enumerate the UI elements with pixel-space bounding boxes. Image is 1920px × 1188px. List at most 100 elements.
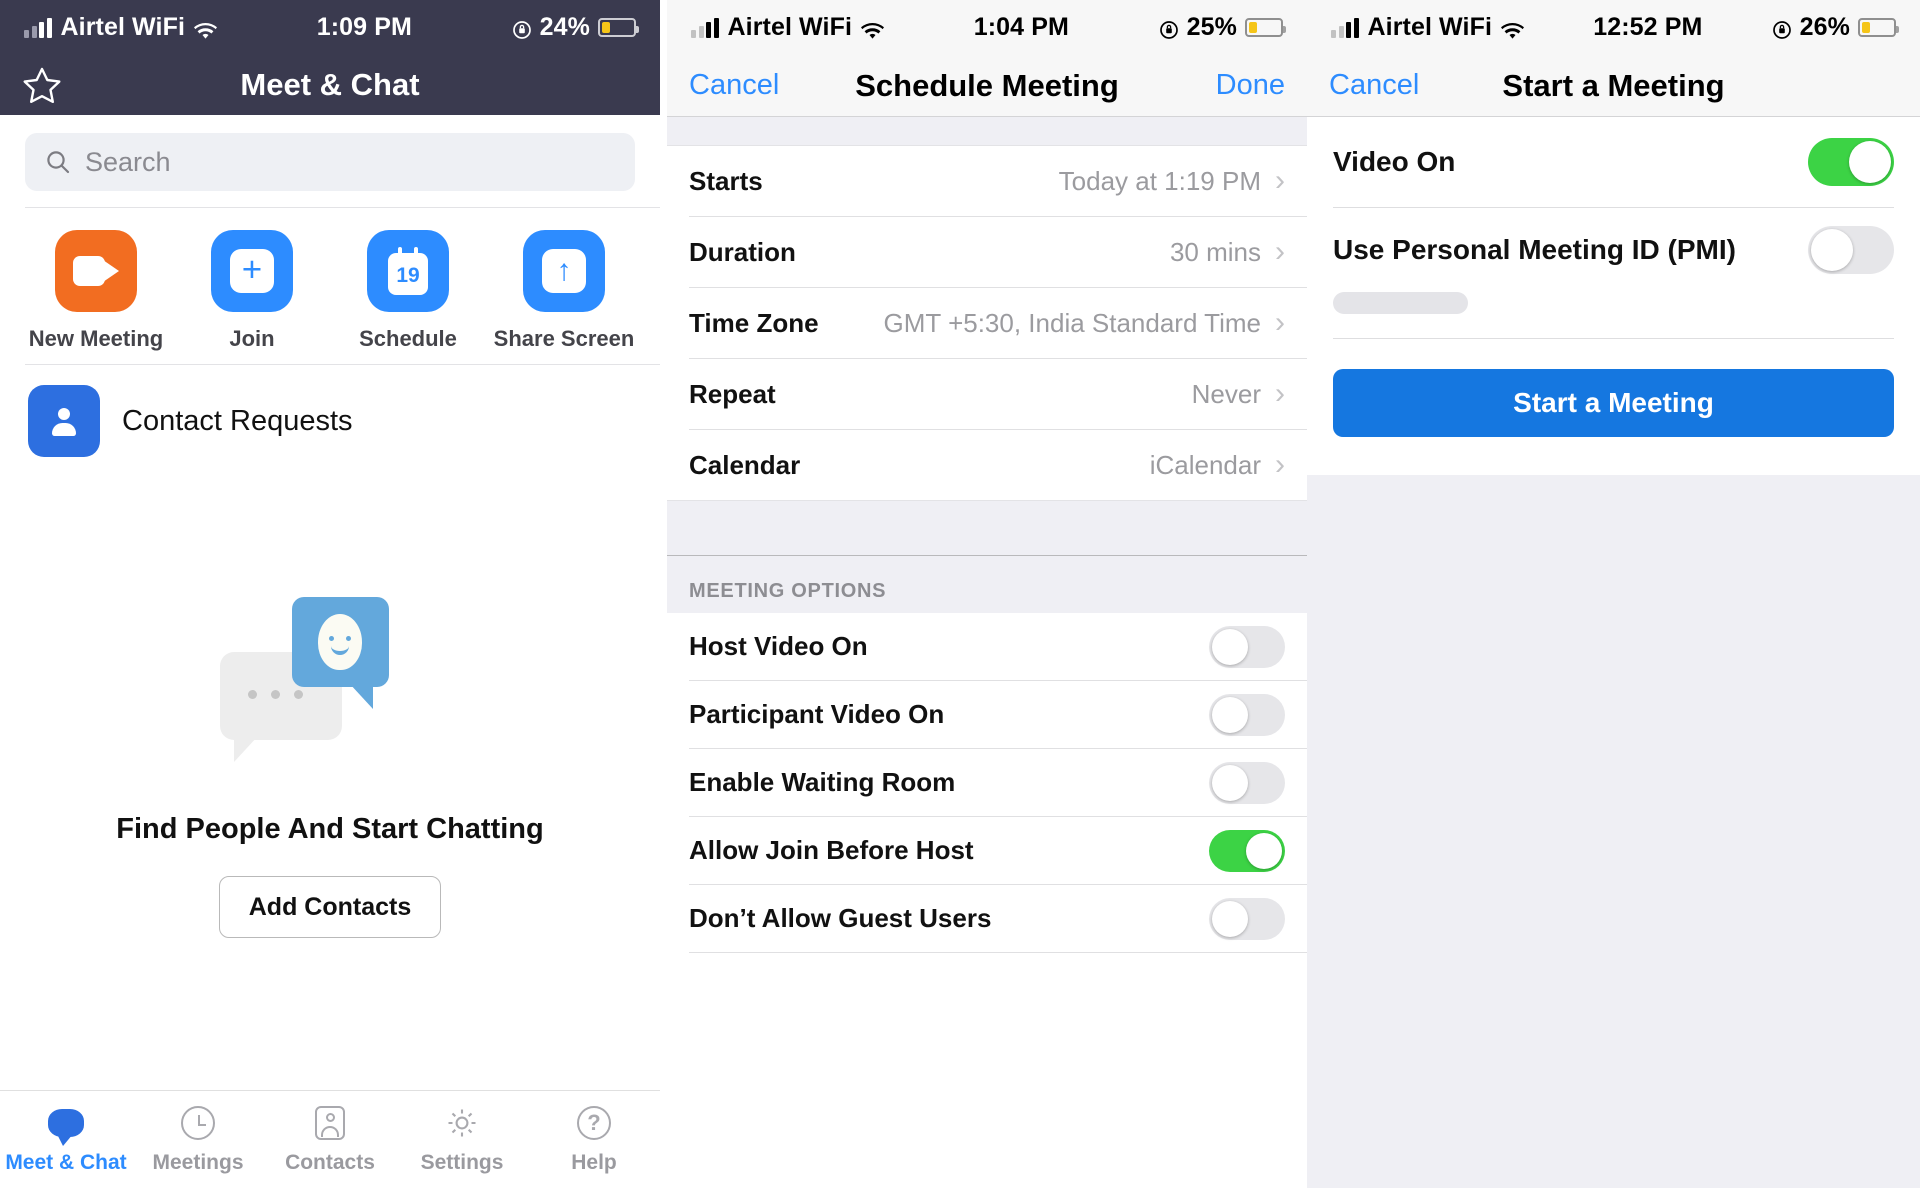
status-bar-1: Airtel WiFi 1:09 PM 24% [0, 0, 660, 55]
action-new-meeting[interactable]: New Meeting [18, 230, 174, 352]
tab-help[interactable]: ? Help [528, 1103, 660, 1188]
status-bar-3: Airtel WiFi 12:52 PM 26% [1307, 0, 1920, 55]
row-value: 30 mins [1169, 236, 1261, 267]
row-duration[interactable]: Duration 30 mins › [667, 217, 1307, 287]
tab-label: Contacts [285, 1151, 375, 1174]
plus-icon: + [230, 249, 274, 293]
page-background-fill [1307, 475, 1920, 1188]
signal-bars-icon [24, 17, 52, 38]
toggle-allow-join-before-host[interactable] [1209, 829, 1285, 872]
row-key: Time Zone [689, 307, 819, 338]
toggle-enable-waiting-room[interactable] [1209, 761, 1285, 804]
chevron-right-icon: › [1275, 448, 1285, 481]
action-label: Join [229, 326, 275, 351]
battery-icon-1 [598, 18, 639, 37]
rotation-lock-icon [1772, 18, 1792, 39]
navbar-1: Meet & Chat [0, 55, 660, 115]
status-right-1: 24% [512, 13, 639, 42]
question-mark-icon: ? [577, 1103, 611, 1143]
carrier-label-2: Airtel WiFi [727, 13, 852, 41]
status-left-2: Airtel WiFi [691, 13, 884, 42]
tab-contacts[interactable]: Contacts [264, 1103, 396, 1188]
cancel-button-2[interactable]: Cancel [689, 69, 779, 102]
clock-icon [181, 1103, 215, 1143]
contact-requests-row[interactable]: Contact Requests [0, 365, 660, 477]
signal-bars-icon [691, 17, 719, 38]
toggle-participant-video-on[interactable] [1209, 693, 1285, 736]
action-join[interactable]: + Join [174, 230, 330, 352]
tab-settings[interactable]: Settings [396, 1103, 528, 1188]
signal-bars-icon [1331, 17, 1359, 38]
toggle-host-video-on[interactable] [1209, 625, 1285, 668]
battery-percent-3: 26% [1799, 13, 1850, 41]
row-key: Enable Waiting Room [689, 767, 956, 797]
search-placeholder: Search [85, 146, 171, 177]
chat-bubbles-icon [220, 597, 440, 762]
panel-schedule-meeting: Airtel WiFi 1:04 PM 25% Cancel Schedule … [667, 0, 1307, 1188]
row-value: Today at 1:19 PM [1058, 165, 1261, 196]
done-button[interactable]: Done [1216, 69, 1285, 102]
tab-meet-and-chat[interactable]: Meet & Chat [0, 1103, 132, 1188]
action-label: Share Screen [493, 326, 635, 351]
navbar-2: Cancel Schedule Meeting Done [667, 55, 1307, 117]
battery-icon-2 [1245, 18, 1286, 37]
gear-icon [445, 1103, 479, 1143]
person-card-icon [28, 385, 100, 457]
tab-bar: Meet & Chat Meetings Contacts Settings ?… [0, 1090, 660, 1188]
star-icon[interactable] [22, 66, 62, 104]
tab-label: Meet & Chat [5, 1151, 127, 1174]
toggle-video-on[interactable] [1808, 138, 1894, 186]
row-video-on[interactable]: Video On [1307, 117, 1920, 207]
status-right-3: 26% [1772, 13, 1899, 42]
row-time-zone[interactable]: Time Zone GMT +5:30, India Standard Time… [667, 288, 1307, 358]
row-starts[interactable]: Starts Today at 1:19 PM › [667, 146, 1307, 216]
join-tile-bg: + [211, 230, 293, 312]
row-key: Video On [1333, 146, 1456, 177]
chevron-right-icon: › [1275, 164, 1285, 197]
status-time-3: 12:52 PM [1593, 13, 1703, 41]
start-a-meeting-button[interactable]: Start a Meeting [1333, 369, 1894, 437]
video-camera-icon [73, 256, 119, 286]
row-use-pmi[interactable]: Use Personal Meeting ID (PMI) [1307, 208, 1920, 292]
add-contacts-button[interactable]: Add Contacts [219, 876, 441, 938]
status-right-2: 25% [1159, 13, 1286, 42]
share-screen-tile-bg: ↑ [523, 230, 605, 312]
row-calendar[interactable]: Calendar iCalendar › [667, 430, 1307, 500]
row-key: Allow Join Before Host [689, 835, 974, 865]
status-left-1: Airtel WiFi [24, 13, 217, 42]
row-repeat[interactable]: Repeat Never › [667, 359, 1307, 429]
row-allow-join-before-host[interactable]: Allow Join Before Host [667, 817, 1307, 884]
cancel-button-3[interactable]: Cancel [1329, 69, 1419, 102]
schedule-details-group: Starts Today at 1:19 PM › Duration 30 mi… [667, 146, 1307, 500]
calendar-day: 19 [396, 264, 420, 287]
action-schedule[interactable]: 19 Schedule [330, 230, 486, 352]
action-share-screen[interactable]: ↑ Share Screen [486, 230, 642, 352]
action-label: New Meeting [28, 326, 164, 351]
row-key: Use Personal Meeting ID (PMI) [1333, 234, 1736, 265]
toggle-dont-allow-guest-users[interactable] [1209, 897, 1285, 940]
tab-meetings[interactable]: Meetings [132, 1103, 264, 1188]
top-gray-spacer [667, 117, 1307, 145]
row-key: Starts [689, 165, 763, 196]
panel-start-a-meeting: Airtel WiFi 12:52 PM 26% Cancel Start a … [1307, 0, 1920, 1188]
section-header-meeting-options: MEETING OPTIONS [667, 556, 1307, 613]
row-key: Repeat [689, 378, 776, 409]
row-value: Never [1191, 378, 1261, 409]
battery-percent-2: 25% [1186, 13, 1237, 41]
carrier-label-1: Airtel WiFi [60, 13, 185, 41]
search-input[interactable]: Search [25, 133, 635, 191]
row-dont-allow-guest-users[interactable]: Don’t Allow Guest Users [667, 885, 1307, 952]
row-key: Calendar [689, 449, 801, 480]
row-host-video-on[interactable]: Host Video On [667, 613, 1307, 680]
tab-label: Settings [420, 1151, 504, 1174]
wifi-icon [861, 19, 884, 39]
row-participant-video-on[interactable]: Participant Video On [667, 681, 1307, 748]
new-meeting-tile-bg [55, 230, 137, 312]
schedule-tile-bg: 19 [367, 230, 449, 312]
spacer-below-pmi [1307, 314, 1920, 338]
calendar-icon: 19 [385, 247, 431, 295]
row-enable-waiting-room[interactable]: Enable Waiting Room [667, 749, 1307, 816]
rotation-lock-icon [1159, 18, 1179, 39]
toggle-use-pmi[interactable] [1808, 226, 1894, 274]
chat-bubble-icon [48, 1103, 84, 1146]
